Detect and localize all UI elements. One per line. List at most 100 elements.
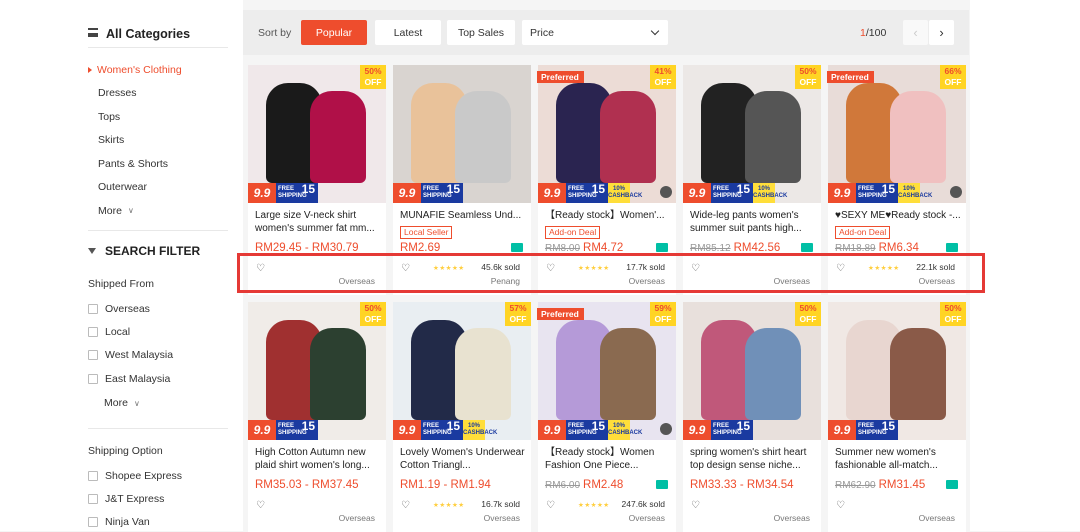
product-title[interactable]: ♥SEXY ME♥Ready stock -... [835, 209, 963, 223]
discount-badge: 50% OFF [795, 65, 821, 89]
discount-percent: 57% [509, 303, 527, 313]
shipped-from-overseas-checkbox[interactable]: Overseas [88, 301, 150, 317]
discount-percent: 59% [654, 303, 672, 313]
page-indicator: 1/100 [860, 27, 886, 39]
next-page-button[interactable]: › [929, 20, 954, 45]
heart-icon[interactable]: ♡ [401, 500, 410, 511]
product-photo-shape [455, 91, 511, 183]
discount-off: OFF [654, 314, 672, 324]
discount-badge: 50% OFF [940, 302, 966, 326]
category-skirts[interactable]: Skirts [88, 129, 228, 153]
free-shipping-badge: FREE SHIPPING 15 [566, 183, 608, 203]
shipped-from-east-malaysia-checkbox[interactable]: East Malaysia [88, 371, 170, 387]
highlight-box [237, 253, 985, 293]
discount-percent: 50% [364, 303, 382, 313]
current-price: RM2.48 [583, 479, 624, 491]
product-photo-shape [600, 91, 656, 183]
free-label: FREE [858, 186, 875, 192]
price-sort-select[interactable]: Price [522, 20, 668, 45]
original-price: RM62.90 [835, 480, 876, 491]
category-more-button[interactable]: More ∨ [88, 199, 228, 223]
sale-99-badge: 9.9 [828, 183, 856, 203]
discount-percent: 41% [654, 66, 672, 76]
discount-off: OFF [364, 77, 382, 87]
category-dresses[interactable]: Dresses [88, 82, 228, 106]
product-title[interactable]: Summer new women's fashionable all-match… [835, 446, 963, 472]
chevron-down-icon: ∨ [127, 206, 134, 216]
filter-icon [88, 248, 96, 254]
product-card[interactable]: 50% OFF 9.9 FREE SHIPPING 15 Summer new women'… [828, 302, 966, 532]
all-categories-label: All Categories [106, 26, 191, 41]
cashback-badge: 10% CASHBACK [463, 420, 497, 440]
free-shipping-truck-icon [656, 480, 668, 489]
product-title[interactable]: MUNAFIE Seamless Und... [400, 209, 528, 223]
discount-badge: 41% OFF [650, 65, 676, 89]
free-shipping-amount: 15 [881, 182, 895, 196]
product-card[interactable]: Preferred 59% OFF 9.9 FREE SHIPPING 15 10% CASHB… [537, 302, 676, 532]
product-title[interactable]: Lovely Women's Underwear Cotton Triangl.… [400, 446, 528, 472]
checkbox[interactable] [88, 304, 98, 314]
category-label: Skirts [98, 134, 125, 147]
product-title[interactable]: High Cotton Autumn new plaid shirt women… [255, 446, 383, 472]
checkbox[interactable] [88, 327, 98, 337]
discount-badge: 50% OFF [795, 302, 821, 326]
shipped-from-local-checkbox[interactable]: Local [88, 324, 130, 340]
shipped-from-title: Shipped From [88, 278, 154, 290]
category-outerwear[interactable]: Outerwear [88, 176, 228, 200]
discount-badge: 50% OFF [360, 65, 386, 89]
prev-page-button[interactable]: ‹ [903, 20, 928, 45]
shipping-option-title: Shipping Option [88, 445, 163, 457]
shop-location: Overseas [773, 513, 810, 523]
free-label: FREE [278, 186, 295, 192]
free-label: FREE [423, 423, 440, 429]
shipping-shopee-express-checkbox[interactable]: Shopee Express [88, 468, 182, 484]
discount-off: OFF [364, 314, 382, 324]
video-icon [950, 186, 962, 198]
checkbox[interactable] [88, 471, 98, 481]
more-label: More [104, 397, 128, 409]
page-total: /100 [865, 27, 887, 39]
video-icon [660, 186, 672, 198]
category-tops[interactable]: Tops [88, 105, 228, 129]
sidebar: All Categories Women's Clothing Dresses … [88, 0, 230, 531]
heart-icon[interactable]: ♡ [691, 500, 700, 511]
product-title[interactable]: Large size V-neck shirt women's summer f… [255, 209, 383, 235]
sort-bar: Sort by Popular Latest Top Sales Price 1… [243, 10, 969, 55]
heart-icon[interactable]: ♡ [836, 500, 845, 511]
discount-off: OFF [944, 77, 962, 87]
sort-latest-button[interactable]: Latest [375, 20, 441, 45]
free-shipping-amount: 15 [301, 182, 315, 196]
checkbox[interactable] [88, 517, 98, 527]
product-tag: Add-on Deal [835, 226, 891, 239]
heart-icon[interactable]: ♡ [256, 500, 265, 511]
product-card[interactable]: 50% OFF 9.9 FREE SHIPPING 15 spring women's sh… [683, 302, 821, 532]
product-title[interactable]: 【Ready stock】Women'... [545, 209, 673, 223]
checkbox-label: Shopee Express [105, 470, 183, 482]
preferred-badge: Preferred [537, 71, 584, 83]
checkbox-label: Overseas [105, 303, 150, 315]
free-shipping-badge: FREE SHIPPING 15 [711, 420, 753, 440]
heart-icon[interactable]: ♡ [546, 500, 555, 511]
category-pants-shorts[interactable]: Pants & Shorts [88, 152, 228, 176]
product-title[interactable]: Wide-leg pants women's summer suit pants… [690, 209, 818, 235]
category-womens-clothing[interactable]: Women's Clothing [88, 58, 228, 82]
checkbox[interactable] [88, 374, 98, 384]
cashback-badge: 10% CASHBACK [608, 420, 642, 440]
product-card[interactable]: 50% OFF 9.9 FREE SHIPPING 15 High Cotton Autum… [248, 302, 386, 532]
all-categories-header[interactable]: All Categories [88, 20, 228, 48]
checkbox[interactable] [88, 350, 98, 360]
checkbox-label: J&T Express [105, 493, 165, 505]
shipped-from-west-malaysia-checkbox[interactable]: West Malaysia [88, 347, 173, 363]
product-title[interactable]: 【Ready stock】Women Fashion One Piece... [545, 446, 673, 472]
shipped-from-more-button[interactable]: More ∨ [104, 395, 140, 411]
product-title[interactable]: spring women's shirt heart top design se… [690, 446, 818, 472]
shipping-jt-express-checkbox[interactable]: J&T Express [88, 491, 164, 507]
free-shipping-truck-icon [801, 243, 813, 252]
sort-popular-button[interactable]: Popular [301, 20, 367, 45]
sort-top-sales-button[interactable]: Top Sales [447, 20, 515, 45]
shipping-ninja-van-checkbox[interactable]: Ninja Van [88, 514, 150, 530]
checkbox[interactable] [88, 494, 98, 504]
rating-stars-icon: ★★★★★ [578, 502, 610, 509]
product-tag: Local Seller [400, 226, 453, 239]
product-card[interactable]: 57% OFF 9.9 FREE SHIPPING 15 10% CASHBACK Lovely… [393, 302, 531, 532]
